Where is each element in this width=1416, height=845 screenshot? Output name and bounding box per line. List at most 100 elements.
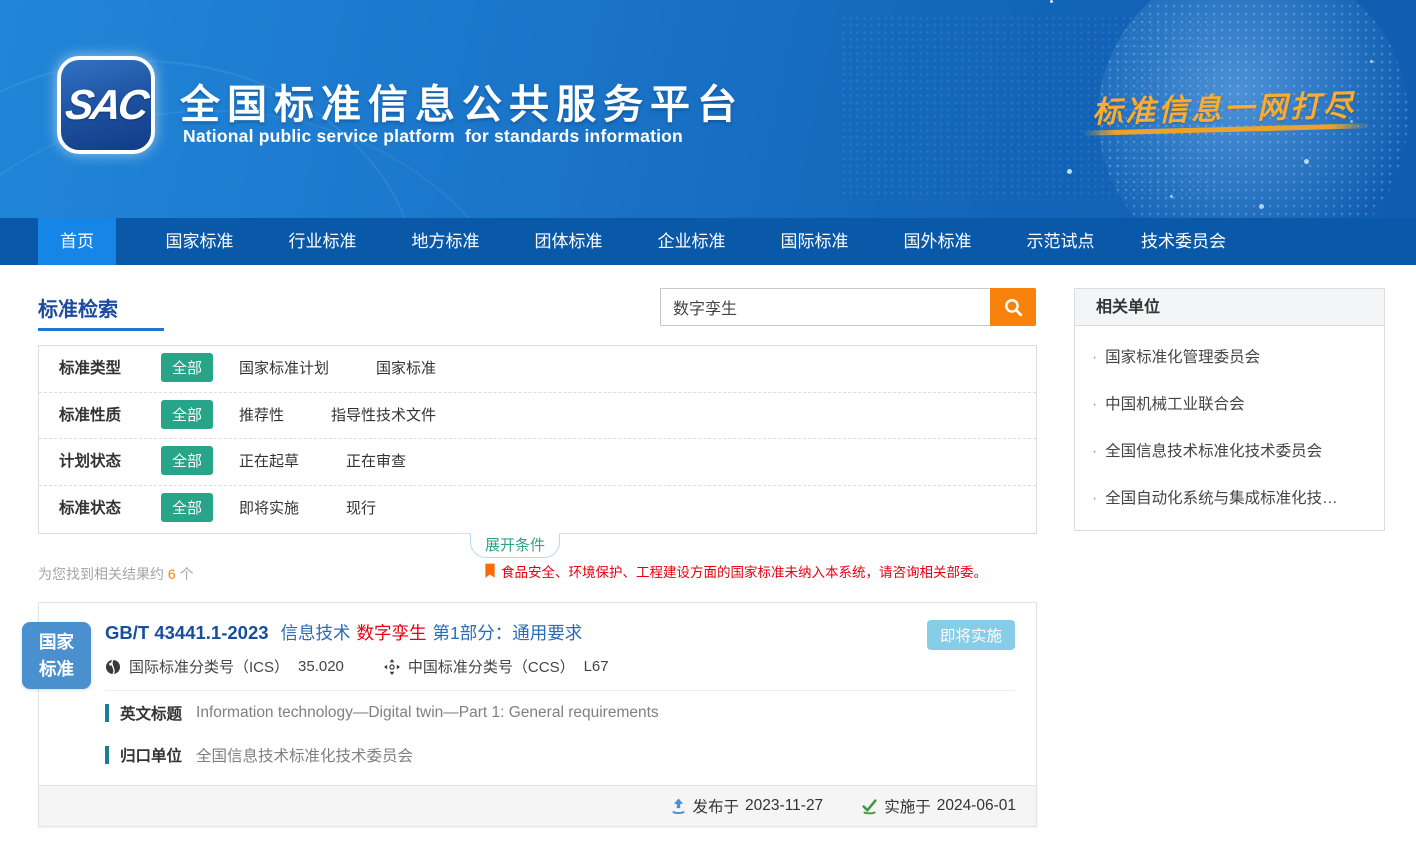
- publish-label: 发布于: [693, 795, 740, 817]
- related-org-link-3[interactable]: · 全国自动化系统与集成标准化技…: [1075, 475, 1384, 522]
- filter-option[interactable]: 即将实施: [239, 500, 299, 517]
- bookmark-icon: [484, 563, 496, 579]
- teal-bar-marker: [105, 704, 109, 722]
- nav-list: 首页国家标准行业标准地方标准团体标准企业标准国际标准国外标准示范试点技术委员会: [0, 218, 1416, 265]
- nav-item-9[interactable]: 技术委员会: [1122, 218, 1245, 265]
- ccs-label: 中国标准分类号（CCS）: [408, 656, 575, 677]
- filter-all-badge[interactable]: 全部: [161, 446, 213, 475]
- nav-item-3[interactable]: 地方标准: [384, 218, 507, 265]
- implement-date: 2024-06-01: [937, 797, 1016, 815]
- bullet-dot: ·: [1092, 443, 1097, 460]
- ccs-value: L67: [584, 658, 609, 675]
- sidebar-list: · 国家标准化管理委员会 · 中国机械工业联合会 · 全国信息技术标准化技术委员会 · 全国自…: [1075, 326, 1384, 530]
- filter-all-badge[interactable]: 全部: [161, 493, 213, 522]
- search-icon: [1003, 297, 1024, 318]
- department-label: 归口单位: [120, 744, 182, 766]
- notice-text: 食品安全、环境保护、工程建设方面的国家标准未纳入本系统，请咨询相关部委。: [501, 561, 987, 581]
- english-title-label: 英文标题: [120, 702, 182, 724]
- page-title-underline: [38, 328, 164, 331]
- bullet-dot: ·: [1092, 396, 1097, 413]
- status-badge: 即将实施: [927, 620, 1015, 650]
- filter-all-badge[interactable]: 全部: [161, 353, 213, 382]
- nav-item-7[interactable]: 国外标准: [876, 218, 999, 265]
- standard-title-highlight: 数字孪生: [357, 623, 427, 643]
- related-org-label: 全国自动化系统与集成标准化技…: [1105, 490, 1338, 507]
- nav-item-6[interactable]: 国际标准: [753, 218, 876, 265]
- related-org-label: 国家标准化管理委员会: [1105, 349, 1260, 366]
- filter-label: 计划状态: [59, 439, 161, 486]
- card-footer: 发布于 2023-11-27 实施于 2024-06-01: [39, 785, 1036, 826]
- filter-row-3: 标准状态全部 即将实施 现行: [39, 486, 1036, 533]
- sidebar-title: 相关单位: [1075, 289, 1384, 326]
- check-icon: [861, 798, 878, 815]
- publish-date: 2023-11-27: [745, 797, 823, 815]
- filter-row-2: 计划状态全部 正在起草 正在审查: [39, 439, 1036, 486]
- implement-label: 实施于: [884, 795, 931, 817]
- search-button[interactable]: [990, 288, 1036, 326]
- globe-icon: [105, 659, 121, 675]
- english-title-value: Information technology—Digital twin—Part…: [196, 704, 659, 722]
- sparkle-dots-decoration: [1050, 0, 1053, 3]
- filter-label: 标准状态: [59, 486, 161, 533]
- standard-title-link[interactable]: GB/T 43441.1-2023 信息技术数字孪生第1部分：通用要求: [105, 620, 916, 645]
- bullet-dot: ·: [1092, 490, 1097, 507]
- related-org-link-0[interactable]: · 国家标准化管理委员会: [1075, 334, 1384, 381]
- expand-conditions-button[interactable]: 展开条件: [470, 533, 560, 558]
- filter-all-badge[interactable]: 全部: [161, 400, 213, 429]
- standard-code: GB/T 43441.1-2023: [105, 622, 269, 643]
- english-title-row: 英文标题 Information technology—Digital twin…: [105, 702, 659, 724]
- related-org-label: 全国信息技术标准化技术委员会: [1105, 443, 1322, 460]
- filter-rows: 标准类型全部国家标准计划国家标准标准性质全部推荐性指导性技术文件计划状态全部正在…: [39, 346, 1036, 533]
- sac-logo-text: SAC: [63, 81, 149, 129]
- sac-logo: SAC: [57, 56, 155, 154]
- related-org-link-2[interactable]: · 全国信息技术标准化技术委员会: [1075, 428, 1384, 475]
- filter-row-0: 标准类型全部 国家标准计划 国家标准: [39, 346, 1036, 393]
- site-title: 全国标准信息公共服务平台: [180, 72, 744, 130]
- standard-title-part2: 第1部分：通用要求: [433, 623, 583, 643]
- related-org-label: 中国机械工业联合会: [1105, 396, 1245, 413]
- publish-date-item: 发布于 2023-11-27: [670, 795, 824, 817]
- result-summary-prefix: 为您找到相关结果约: [38, 566, 168, 582]
- nav-item-0[interactable]: 首页: [38, 218, 116, 265]
- classification-row: 国际标准分类号（ICS） 35.020 中国标准分类号（CCS） L67: [105, 656, 609, 677]
- header-banner: SAC 全国标准信息公共服务平台 National public service…: [0, 0, 1416, 218]
- filter-row-1: 标准性质全部 推荐性 指导性技术文件: [39, 393, 1036, 440]
- type-badge-line2: 标准: [39, 656, 74, 682]
- standard-title-part1: 信息技术: [281, 623, 351, 643]
- compass-icon: [384, 659, 400, 675]
- result-summary-suffix: 个: [176, 566, 194, 582]
- type-badge-line1: 国家: [39, 629, 74, 655]
- nav-item-8[interactable]: 示范试点: [999, 218, 1122, 265]
- nav-item-5[interactable]: 企业标准: [630, 218, 753, 265]
- system-notice: 食品安全、环境保护、工程建设方面的国家标准未纳入本系统，请咨询相关部委。: [484, 561, 987, 581]
- result-count: 6: [168, 566, 176, 582]
- nav-item-2[interactable]: 行业标准: [261, 218, 384, 265]
- site-subtitle: National public service platform for sta…: [183, 126, 683, 147]
- filter-option[interactable]: 指导性技术文件: [331, 407, 436, 424]
- filter-box: 标准类型全部国家标准计划国家标准标准性质全部推荐性指导性技术文件计划状态全部正在…: [38, 345, 1037, 534]
- result-card: 国家 标准 GB/T 43441.1-2023 信息技术数字孪生第1部分：通用要求…: [38, 602, 1037, 827]
- filter-option[interactable]: 正在起草: [239, 453, 299, 470]
- filter-option[interactable]: 现行: [346, 500, 376, 517]
- implement-date-item: 实施于 2024-06-01: [861, 795, 1016, 817]
- nav-item-4[interactable]: 团体标准: [507, 218, 630, 265]
- standard-type-badge: 国家 标准: [22, 622, 91, 689]
- result-summary: 为您找到相关结果约 6 个: [38, 564, 194, 584]
- filter-label: 标准类型: [59, 346, 161, 393]
- ics-value: 35.020: [298, 658, 344, 675]
- main-nav: 首页国家标准行业标准地方标准团体标准企业标准国际标准国外标准示范试点技术委员会: [0, 218, 1416, 265]
- nav-item-1[interactable]: 国家标准: [138, 218, 261, 265]
- bullet-dot: ·: [1092, 349, 1097, 366]
- department-value: 全国信息技术标准化技术委员会: [196, 744, 413, 766]
- search-input[interactable]: [660, 288, 991, 326]
- filter-option[interactable]: 推荐性: [239, 407, 284, 424]
- teal-bar-marker: [105, 746, 109, 764]
- related-organizations-panel: 相关单位 · 国家标准化管理委员会 · 中国机械工业联合会 · 全国信息技术标准化技术委员…: [1074, 288, 1385, 531]
- department-row: 归口单位 全国信息技术标准化技术委员会: [105, 744, 413, 766]
- related-org-link-1[interactable]: · 中国机械工业联合会: [1075, 381, 1384, 428]
- filter-label: 标准性质: [59, 393, 161, 440]
- filter-option[interactable]: 正在审查: [346, 453, 406, 470]
- filter-option[interactable]: 国家标准计划: [239, 360, 329, 377]
- publish-icon: [670, 798, 687, 815]
- filter-option[interactable]: 国家标准: [376, 360, 436, 377]
